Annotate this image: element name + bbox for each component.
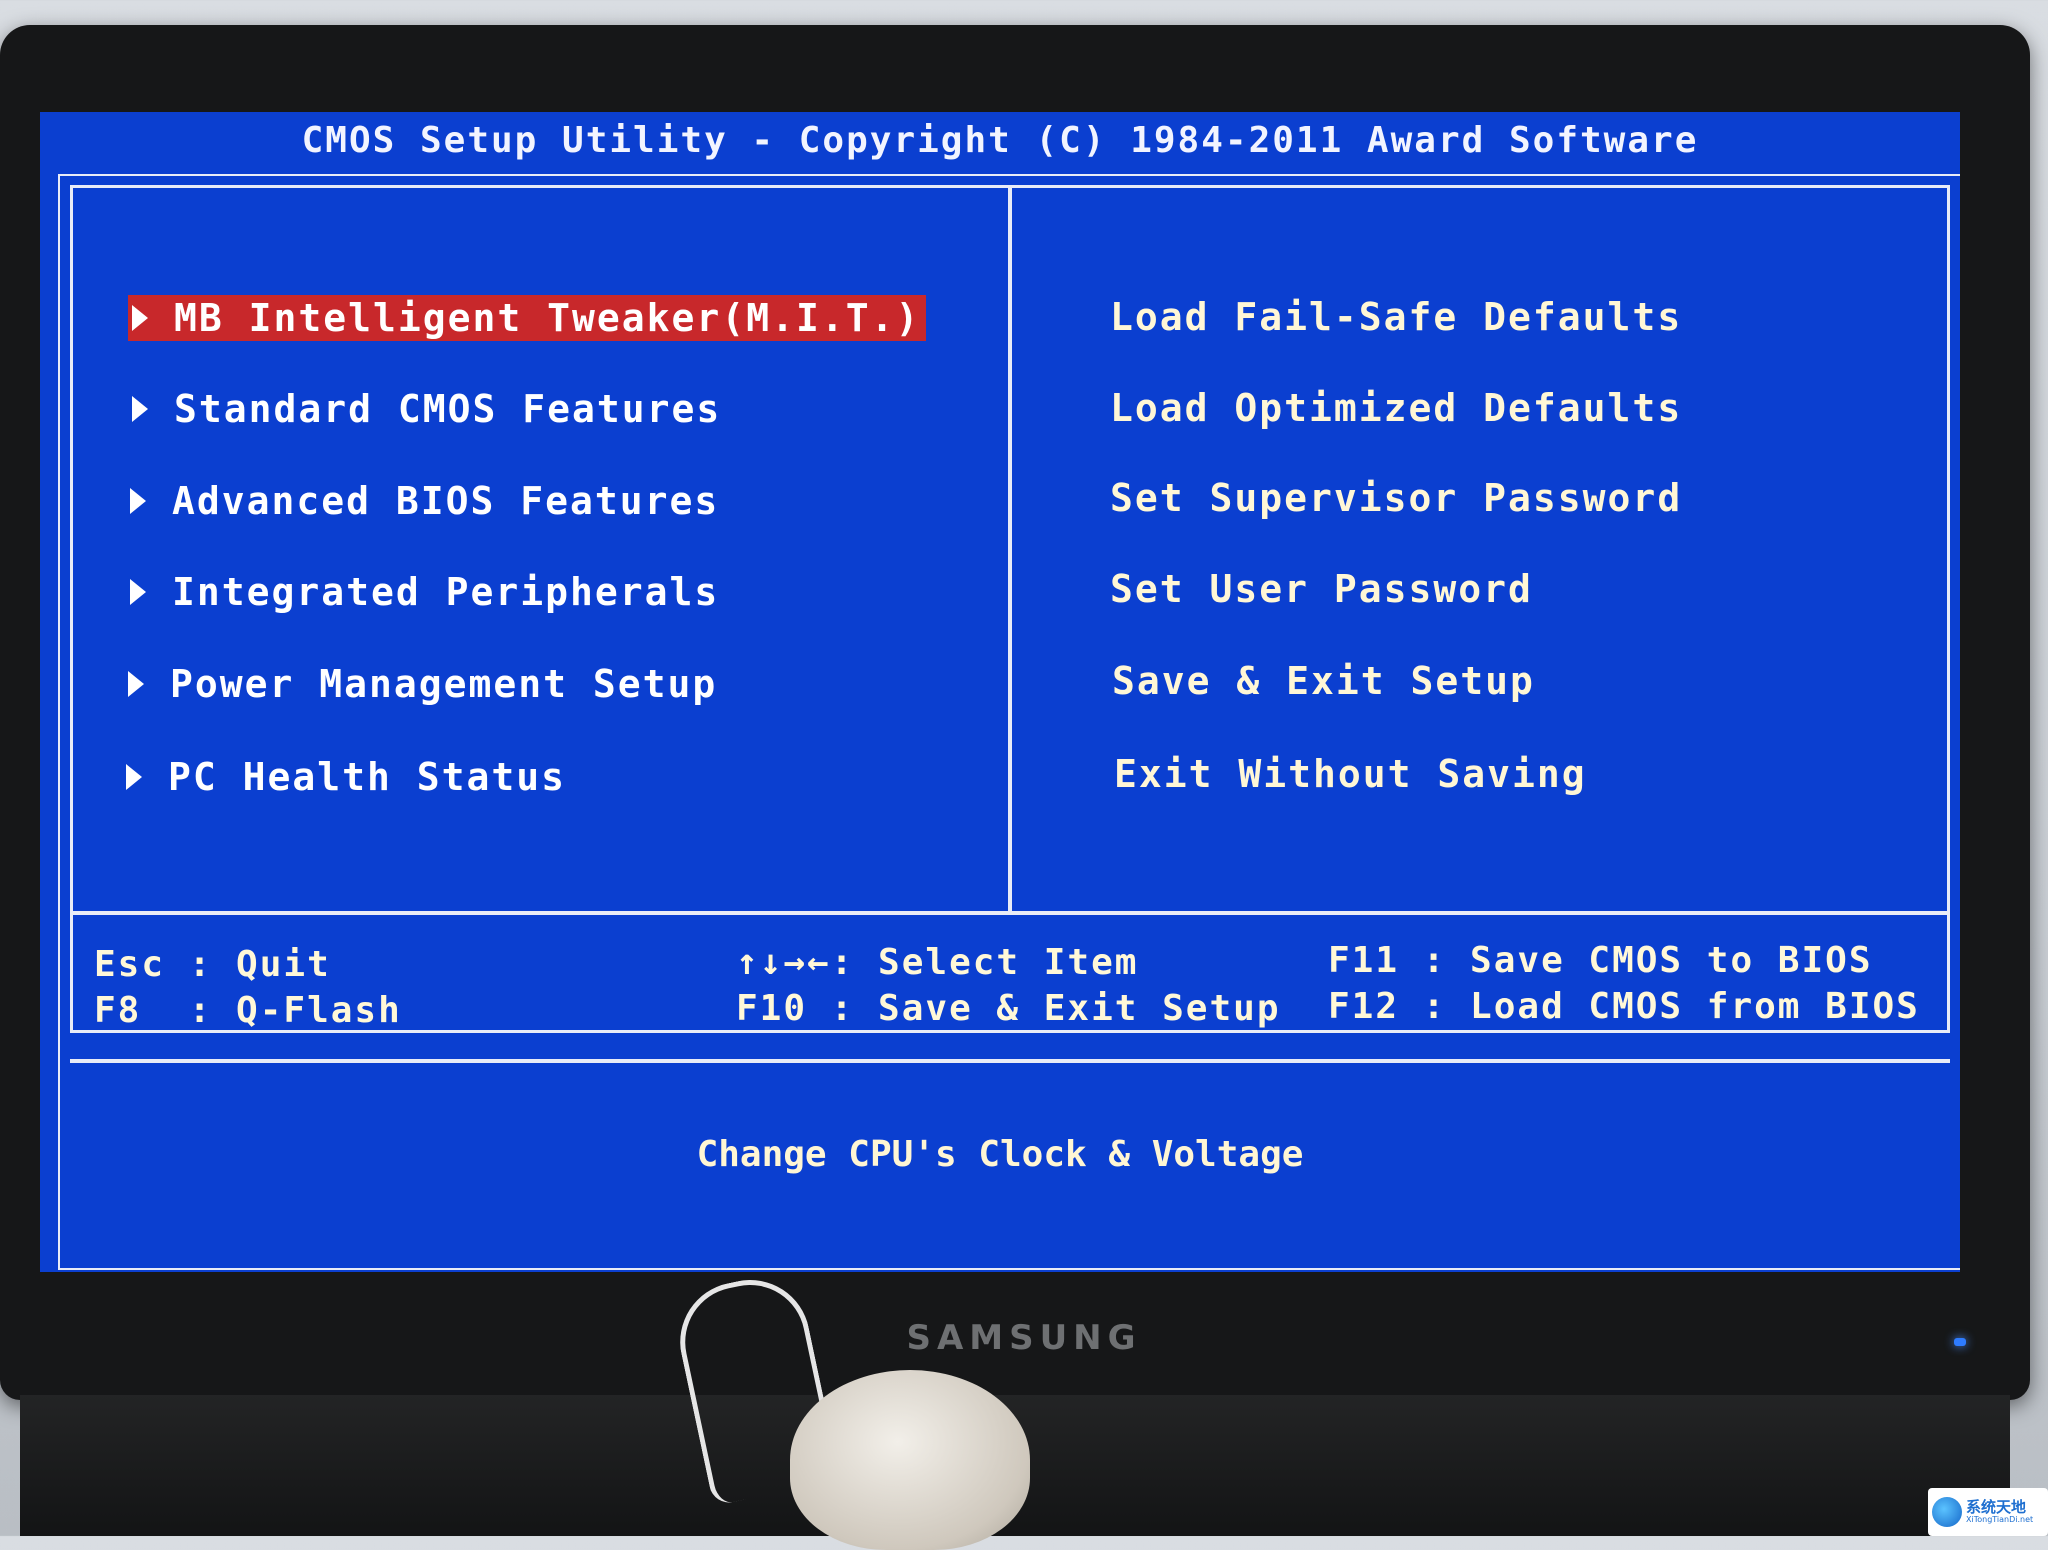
- menu-item-mb-intelligent-tweaker[interactable]: MB Intelligent Tweaker(M.I.T.): [128, 295, 927, 341]
- menu-item-label: MB Intelligent Tweaker(M.I.T.): [174, 296, 921, 340]
- help-divider: [70, 911, 1950, 915]
- help-key-f11: F11 : Save CMOS to BIOS: [1328, 940, 1873, 981]
- submenu-arrow-icon: [130, 488, 146, 514]
- page-title: CMOS Setup Utility - Copyright (C) 1984-…: [301, 120, 1699, 161]
- submenu-arrow-icon: [126, 764, 142, 790]
- submenu-arrow-icon: [130, 579, 146, 605]
- menu-item-label: Power Management Setup: [170, 662, 718, 706]
- menu-item-save-exit-setup[interactable]: Save & Exit Setup: [1112, 659, 1535, 703]
- help-key-arrows: ↑↓→←: Select Item: [736, 942, 1139, 983]
- watermark-text: 系统天地: [1966, 1498, 2027, 1516]
- help-key-esc: Esc : Quit: [94, 944, 331, 985]
- monitor-brand-logo: SAMSUNG: [906, 1318, 1142, 1358]
- menu-item-label: Advanced BIOS Features: [172, 479, 720, 523]
- submenu-arrow-icon: [132, 305, 148, 331]
- power-led-icon: [1954, 1338, 1966, 1346]
- menu-item-exit-without-saving[interactable]: Exit Without Saving: [1114, 752, 1587, 796]
- menu-item-load-optimized-defaults[interactable]: Load Optimized Defaults: [1110, 386, 1682, 430]
- menu-item-label: PC Health Status: [168, 755, 567, 799]
- submenu-arrow-icon: [128, 671, 144, 697]
- help-key-f12: F12 : Load CMOS from BIOS: [1328, 986, 1920, 1027]
- plush-toy: [790, 1370, 1030, 1550]
- watermark-logo: 系统天地 XiTongTianDi.net: [1928, 1488, 2048, 1536]
- bios-screen: CMOS Setup Utility - Copyright (C) 1984-…: [40, 112, 1960, 1272]
- menu-item-set-supervisor-password[interactable]: Set Supervisor Password: [1110, 476, 1682, 520]
- menu-divider-vertical: [1008, 185, 1012, 913]
- menu-item-power-management-setup[interactable]: Power Management Setup: [124, 661, 717, 707]
- help-key-f10: F10 : Save & Exit Setup: [736, 988, 1281, 1029]
- watermark-subtext: XiTongTianDi.net: [1966, 1515, 2034, 1524]
- status-help-text: Change CPU's Clock & Voltage: [696, 1134, 1304, 1175]
- menu-item-label: Integrated Peripherals: [172, 570, 720, 614]
- watermark-text-block: 系统天地 XiTongTianDi.net: [1966, 1499, 2033, 1525]
- status-divider: [70, 1059, 1950, 1063]
- menu-item-pc-health-status[interactable]: PC Health Status: [122, 754, 566, 800]
- help-key-f8: F8 : Q-Flash: [94, 990, 402, 1031]
- menu-item-integrated-peripherals[interactable]: Integrated Peripherals: [126, 569, 719, 615]
- menu-item-set-user-password[interactable]: Set User Password: [1110, 567, 1533, 611]
- menu-item-label: Standard CMOS Features: [174, 387, 722, 431]
- menu-item-load-fail-safe-defaults[interactable]: Load Fail-Safe Defaults: [1110, 295, 1682, 339]
- submenu-arrow-icon: [132, 396, 148, 422]
- menu-item-standard-cmos-features[interactable]: Standard CMOS Features: [128, 386, 721, 432]
- menu-item-advanced-bios-features[interactable]: Advanced BIOS Features: [126, 478, 719, 524]
- globe-icon: [1932, 1497, 1962, 1527]
